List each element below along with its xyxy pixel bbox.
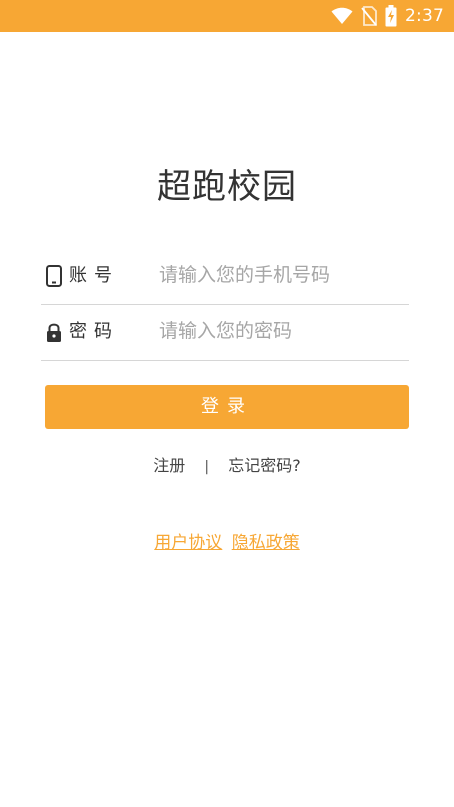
status-bar: 2:37: [0, 0, 454, 32]
account-input[interactable]: [159, 260, 399, 290]
register-link[interactable]: 注册: [153, 454, 185, 478]
app-title: 超跑校园: [157, 167, 297, 207]
wifi-icon: [331, 7, 353, 24]
no-sim-icon: [361, 6, 377, 26]
account-links: 注册 | 忘记密码?: [0, 454, 454, 479]
battery-charging-icon: [385, 5, 397, 27]
forgot-password-link[interactable]: 忘记密码?: [228, 454, 301, 478]
password-row: 密码: [41, 304, 409, 361]
agreement-links: 用户协议 隐私政策: [0, 531, 454, 555]
status-icons: 2:37: [331, 0, 444, 32]
account-row: 账号: [41, 248, 409, 305]
status-time: 2:37: [405, 6, 444, 26]
user-agreement-link[interactable]: 用户协议: [154, 533, 222, 553]
login-button[interactable]: 登录: [45, 385, 409, 429]
phone-icon: [46, 265, 62, 287]
link-separator: |: [204, 459, 210, 475]
lock-icon: [47, 323, 61, 342]
password-label: 密码: [69, 321, 119, 342]
password-input[interactable]: [159, 316, 399, 346]
privacy-policy-link[interactable]: 隐私政策: [232, 533, 300, 553]
account-label: 账号: [69, 265, 119, 286]
